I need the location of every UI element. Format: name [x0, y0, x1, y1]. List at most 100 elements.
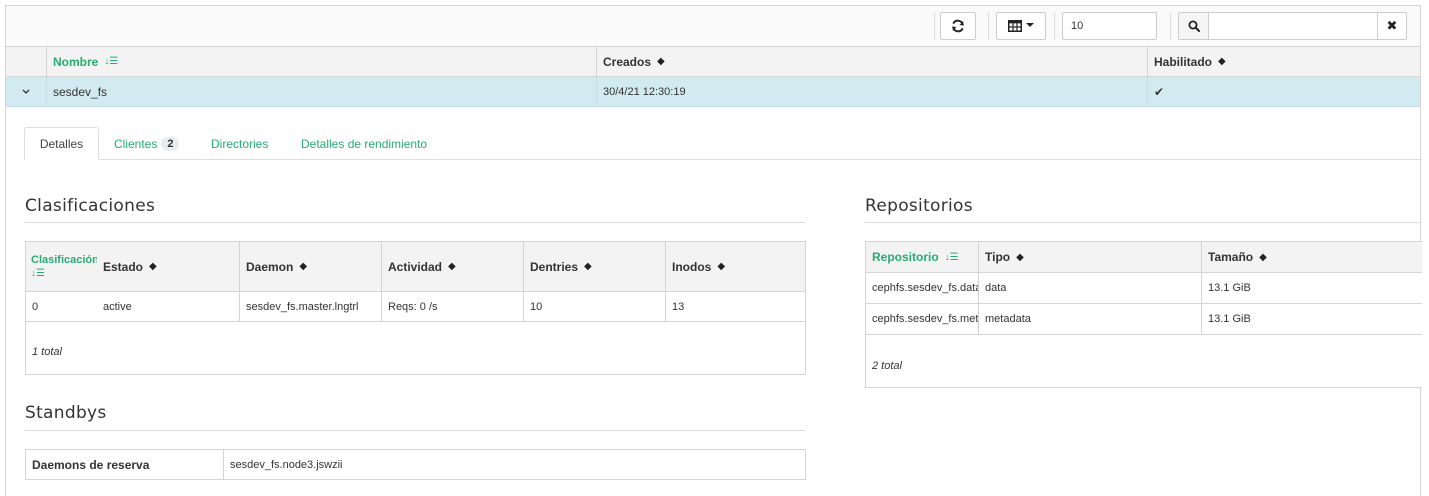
- column-header-daemon[interactable]: Daemon ◆: [239, 242, 381, 291]
- ranks-title: Clasificaciones: [25, 196, 156, 216]
- sort-ascending-icon: ↓☰: [104, 56, 119, 67]
- toolbar-divider: [988, 12, 989, 40]
- column-header-rank[interactable]: Clasificación ↓☰: [26, 242, 97, 291]
- standbys-title: Standbys: [25, 403, 107, 423]
- refresh-button[interactable]: [940, 12, 976, 40]
- tab-clientes[interactable]: Clientes 2: [104, 127, 189, 160]
- dentries-cell: 10: [523, 292, 665, 321]
- chevron-down-icon: [22, 89, 30, 94]
- tab-directories[interactable]: Directories: [201, 127, 278, 160]
- activity-cell: Reqs: 0 /s: [381, 292, 523, 321]
- column-header-inodes[interactable]: Inodos ◆: [665, 242, 805, 291]
- tab-label: Directories: [211, 136, 269, 151]
- divider: [25, 222, 805, 223]
- divider: [865, 222, 1422, 223]
- standby-label: Daemons de reserva: [32, 457, 150, 472]
- tab-label: Clientes: [114, 136, 158, 151]
- inodes-cell: 13: [665, 292, 805, 321]
- daemon-cell: sesdev_fs.master.lngtrl: [239, 292, 381, 321]
- state-cell: active: [103, 300, 132, 313]
- columns-dropdown-button[interactable]: [996, 12, 1046, 40]
- sort-icon: ◆: [717, 261, 726, 272]
- sort-icon: ◆: [1016, 251, 1024, 263]
- pool-size-cell: 13.1 GiB: [1201, 273, 1423, 303]
- filesystem-panel: 10 ✖ Nombre ↓☰ Creados ◆ Habilitado ◆ se…: [5, 5, 1422, 496]
- pools-total: 2 total: [872, 360, 902, 372]
- column-header-activity[interactable]: Actividad ◆: [381, 242, 523, 291]
- column-header-label: Clasificación: [31, 254, 97, 266]
- column-header-label: Inodos: [672, 259, 712, 274]
- toolbar-divider: [1054, 12, 1055, 40]
- page-size-input[interactable]: 10: [1062, 12, 1157, 40]
- check-icon: ✔: [1154, 84, 1165, 99]
- table-row[interactable]: 0 active sesdev_fs.master.lngtrl Reqs: 0…: [26, 292, 805, 322]
- table-row[interactable]: cephfs.sesdev_fs.data data 13.1 GiB: [866, 273, 1422, 304]
- pool-name-cell: cephfs.sesdev_fs.meta: [872, 313, 978, 325]
- column-header-label: Nombre: [53, 54, 99, 69]
- search-icon: [1188, 20, 1200, 32]
- pool-name-cell: cephfs.sesdev_fs.data: [872, 282, 978, 294]
- column-header-label: Tipo: [985, 250, 1011, 264]
- pool-type-cell: data: [978, 273, 1201, 303]
- column-header-state[interactable]: Estado ◆: [97, 242, 239, 291]
- clear-search-button[interactable]: ✖: [1377, 12, 1407, 40]
- standbys-table: Daemons de reserva sesdev_fs.node3.jswzi…: [25, 449, 806, 480]
- ranks-table: Clasificación ↓☰ Estado ◆ Daemon ◆ Activ…: [25, 241, 806, 375]
- refresh-icon: [952, 19, 964, 33]
- column-header-name[interactable]: Nombre ↓☰: [46, 47, 596, 76]
- column-header-label: Habilitado: [1154, 54, 1213, 69]
- column-header-label: Dentries: [530, 259, 579, 274]
- expand-column-header: [6, 47, 46, 76]
- columns-icon: [1008, 20, 1022, 32]
- column-header-label: Daemon: [246, 259, 294, 274]
- standby-value: sesdev_fs.node3.jswzii: [223, 450, 806, 479]
- tab-rendimiento[interactable]: Detalles de rendimiento: [291, 127, 437, 160]
- clients-count-badge: 2: [161, 136, 180, 151]
- ranks-table-header: Clasificación ↓☰ Estado ◆ Daemon ◆ Activ…: [26, 242, 805, 292]
- tab-label: Detalles: [39, 136, 84, 151]
- column-header-label: Tamaño: [1208, 250, 1254, 264]
- column-header-dentries[interactable]: Dentries ◆: [523, 242, 665, 291]
- column-header-pool[interactable]: Repositorio ↓☰: [866, 242, 978, 272]
- column-header-label: Creados: [603, 54, 652, 69]
- table-toolbar: 10 ✖: [6, 6, 1420, 47]
- sort-icon: ◆: [448, 261, 456, 272]
- column-header-size[interactable]: Tamaño ◆: [1201, 242, 1423, 272]
- sort-icon: ◆: [1218, 56, 1226, 67]
- column-header-created[interactable]: Creados ◆: [596, 47, 1147, 76]
- toolbar-divider: [1170, 12, 1171, 40]
- pools-title: Repositorios: [865, 196, 973, 216]
- sort-icon: ◆: [299, 261, 308, 272]
- column-header-label: Actividad: [388, 259, 443, 274]
- column-header-type[interactable]: Tipo ◆: [978, 242, 1201, 272]
- column-header-label: Estado: [103, 259, 144, 274]
- close-icon: ✖: [1386, 18, 1398, 33]
- search-input[interactable]: [1209, 12, 1377, 40]
- detail-tabs: Detalles Clientes 2 Directories Detalles…: [24, 127, 1422, 160]
- table-header: Nombre ↓☰ Creados ◆ Habilitado ◆: [6, 47, 1420, 77]
- pool-size-cell: 13.1 GiB: [1201, 304, 1423, 334]
- tab-detalles[interactable]: Detalles: [24, 127, 99, 160]
- row-name: sesdev_fs: [46, 77, 596, 106]
- table-row[interactable]: cephfs.sesdev_fs.meta metadata 13.1 GiB: [866, 304, 1422, 335]
- row-expand-toggle[interactable]: [6, 77, 46, 106]
- search-group: ✖: [1178, 12, 1407, 40]
- sort-ascending-icon: ↓☰: [31, 268, 45, 279]
- pools-table-header: Repositorio ↓☰ Tipo ◆ Tamaño ◆: [866, 242, 1422, 273]
- sort-icon: ◆: [657, 56, 665, 67]
- pools-table: Repositorio ↓☰ Tipo ◆ Tamaño ◆ cephfs.se…: [865, 241, 1422, 388]
- search-addon: [1178, 12, 1209, 40]
- table-row[interactable]: sesdev_fs 30/4/21 12:30:19 ✔: [6, 77, 1420, 107]
- sort-ascending-icon: ↓☰: [944, 251, 959, 263]
- row-created: 30/4/21 12:30:19: [596, 77, 1147, 106]
- rank-cell: 0: [32, 300, 39, 313]
- column-header-label: Repositorio: [872, 250, 939, 264]
- row-enabled: ✔: [1147, 77, 1422, 106]
- divider: [25, 430, 805, 431]
- pool-type-cell: metadata: [978, 304, 1201, 334]
- sort-icon: ◆: [149, 261, 157, 272]
- sort-icon: ◆: [584, 261, 592, 272]
- sort-icon: ◆: [1259, 251, 1267, 263]
- ranks-total: 1 total: [32, 346, 62, 358]
- column-header-enabled[interactable]: Habilitado ◆: [1147, 47, 1422, 76]
